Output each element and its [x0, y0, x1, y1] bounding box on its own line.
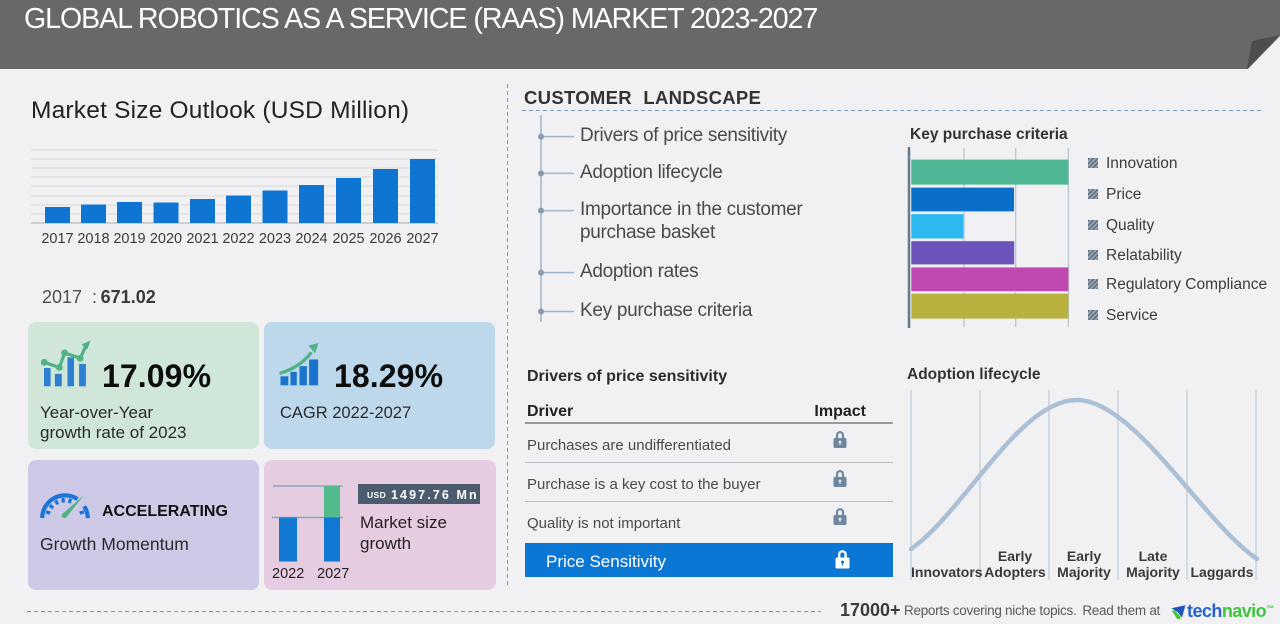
svg-text:2021: 2021 — [186, 231, 218, 247]
svg-text:2024: 2024 — [295, 231, 327, 247]
svg-text:2019: 2019 — [113, 231, 145, 247]
svg-text:2020: 2020 — [150, 231, 182, 247]
svg-text:2027: 2027 — [406, 231, 438, 247]
svg-text:2026: 2026 — [369, 231, 401, 247]
svg-text:2017: 2017 — [41, 231, 73, 247]
svg-text:2018: 2018 — [77, 231, 109, 247]
svg-text:2023: 2023 — [259, 231, 291, 247]
svg-text:2022: 2022 — [222, 231, 254, 247]
svg-text:2025: 2025 — [332, 231, 364, 247]
